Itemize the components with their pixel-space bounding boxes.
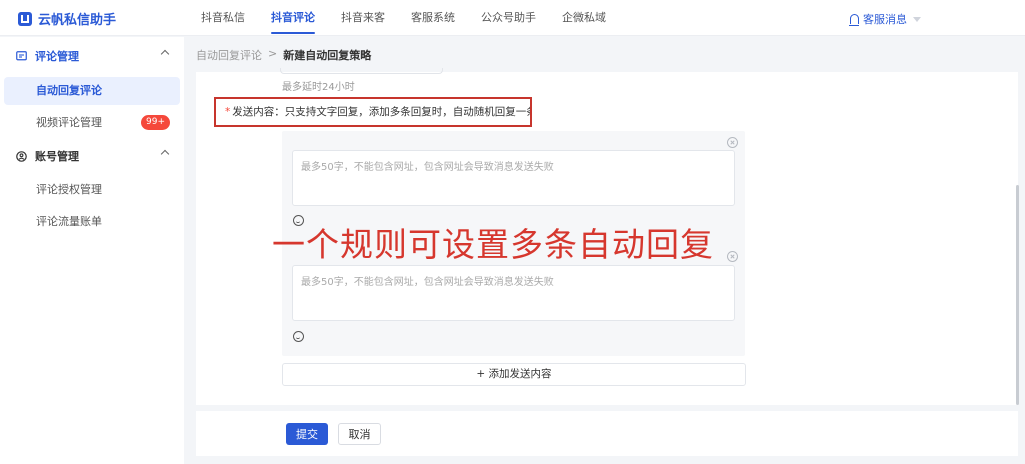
- sidebar: 评论管理 自动回复评论 视频评论管理 99+ 账号管理 评论授权管理 评论流量账…: [0, 37, 184, 464]
- close-icon[interactable]: [727, 137, 738, 148]
- reply-input-1[interactable]: [292, 150, 735, 206]
- tab-douyin-comments[interactable]: 抖音评论: [258, 0, 328, 36]
- sidebar-item-video-comments[interactable]: 视频评论管理 99+: [4, 109, 180, 137]
- emoji-icon[interactable]: [293, 331, 304, 342]
- count-badge: 99+: [141, 115, 170, 130]
- sidebar-group-account-management[interactable]: 账号管理: [0, 139, 184, 173]
- tab-official-account[interactable]: 公众号助手: [468, 0, 549, 36]
- required-asterisk: *: [225, 106, 231, 118]
- annotation-overlay: 一个规则可设置多条自动回复: [272, 225, 714, 264]
- sidebar-group-label: 账号管理: [35, 150, 79, 163]
- cancel-button[interactable]: 取消: [338, 423, 381, 445]
- sidebar-item-comment-auth[interactable]: 评论授权管理: [4, 176, 180, 204]
- submit-button[interactable]: 提交: [286, 423, 328, 445]
- add-content-button[interactable]: + 添加发送内容: [282, 363, 746, 386]
- logo-icon: [18, 11, 32, 26]
- reply-input-2[interactable]: [292, 265, 735, 321]
- top-bar: 云帆私信助手 抖音私信 抖音评论 抖音来客 客服系统 公众号助手 企微私域 客服…: [0, 0, 1025, 36]
- breadcrumb-current: 新建自动回复策略: [283, 49, 372, 62]
- breadcrumb-parent[interactable]: 自动回复评论: [196, 47, 262, 63]
- tab-wecom-private[interactable]: 企微私域: [549, 0, 619, 36]
- delay-hint: 最多延时24小时: [282, 82, 355, 93]
- top-nav: 抖音私信 抖音评论 抖音来客 客服系统 公众号助手 企微私域: [188, 0, 619, 36]
- tab-douyin-laike[interactable]: 抖音来客: [328, 0, 398, 36]
- chevron-up-icon: [160, 49, 170, 59]
- breadcrumb: 自动回复评论 > 新建自动回复策略: [196, 47, 371, 63]
- bell-icon: [849, 14, 859, 26]
- app-logo[interactable]: 云帆私信助手: [18, 9, 116, 28]
- sidebar-group-comment-management[interactable]: 评论管理: [0, 39, 184, 73]
- sidebar-item-label: 视频评论管理: [36, 116, 102, 129]
- sidebar-item-auto-reply[interactable]: 自动回复评论: [4, 77, 180, 105]
- form-footer: 提交 取消: [196, 411, 1018, 456]
- tab-douyin-dm[interactable]: 抖音私信: [188, 0, 258, 36]
- breadcrumb-separator: >: [268, 47, 278, 60]
- app-name: 云帆私信助手: [38, 13, 117, 28]
- send-content-text: 发送内容：只支持文字回复，添加多条回复时，自动随机回复一条: [232, 106, 532, 118]
- chevron-down-icon: [913, 16, 921, 22]
- customer-messages[interactable]: 客服消息: [849, 11, 921, 27]
- delay-input[interactable]: [280, 68, 443, 74]
- account-icon: [16, 150, 27, 162]
- close-icon[interactable]: [727, 251, 738, 262]
- comment-icon: [16, 50, 27, 60]
- tab-customer-service[interactable]: 客服系统: [398, 0, 468, 36]
- send-content-label: * 发送内容：只支持文字回复，添加多条回复时，自动随机回复一条: [214, 97, 532, 127]
- sidebar-item-comment-flow[interactable]: 评论流量账单: [4, 208, 180, 236]
- scrollbar-thumb[interactable]: [1016, 185, 1019, 405]
- chevron-up-icon: [160, 149, 170, 159]
- customer-messages-label: 客服消息: [863, 13, 907, 26]
- sidebar-group-label: 评论管理: [35, 50, 79, 63]
